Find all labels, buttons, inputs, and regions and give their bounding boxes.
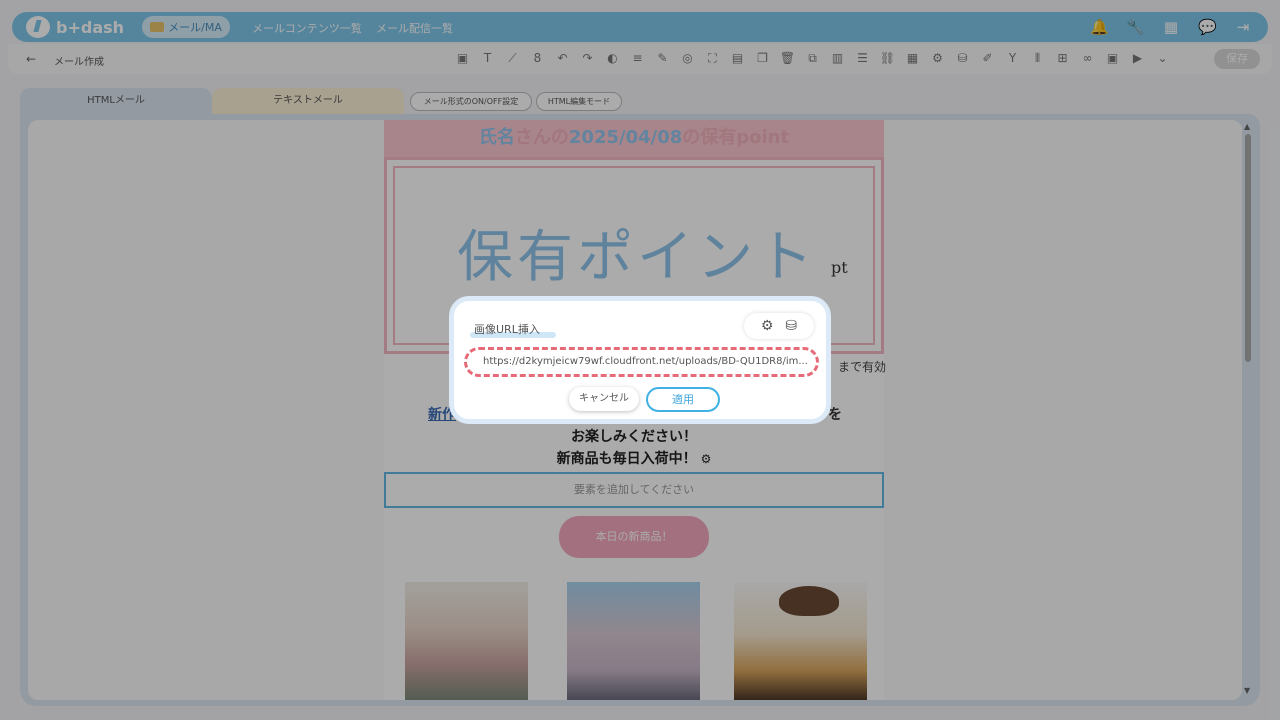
apply-button[interactable]: 適用 — [646, 387, 720, 412]
dialog-title: 画像URL挿入 — [474, 323, 540, 336]
cancel-button[interactable]: キャンセル — [569, 387, 639, 411]
database-icon[interactable]: ⛁ — [785, 318, 797, 334]
dialog-icon-group: ⚙ ⛁ — [744, 313, 814, 339]
image-url-dialog: 画像URL挿入 ⚙ ⛁ https://d2kymjeicw79wf.cloud… — [449, 296, 831, 424]
settings-gears-icon[interactable]: ⚙ — [761, 318, 774, 334]
image-url-input[interactable]: https://d2kymjeicw79wf.cloudfront.net/up… — [464, 347, 819, 377]
